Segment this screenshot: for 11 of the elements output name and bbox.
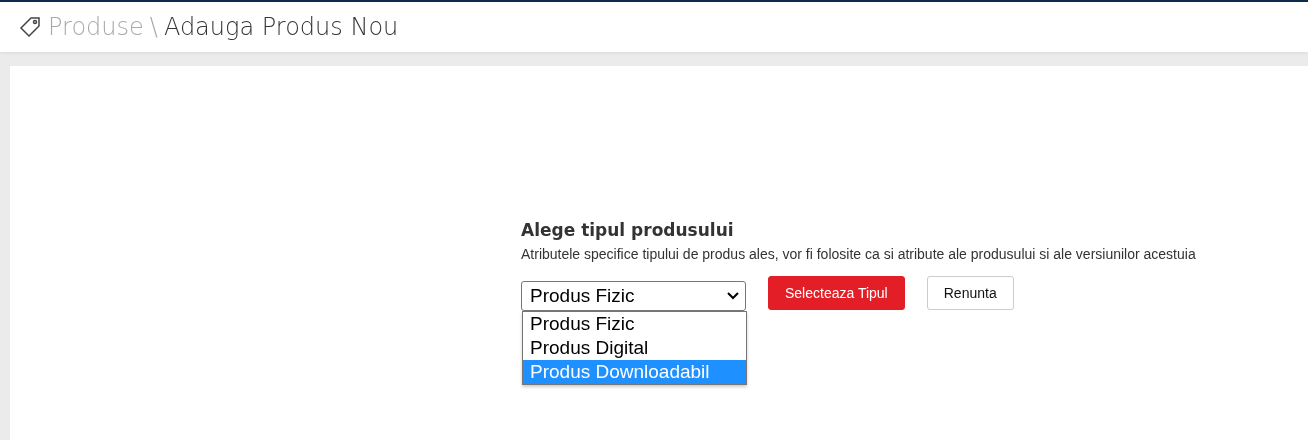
select-type-button[interactable]: Selecteaza Tipul bbox=[768, 276, 905, 310]
product-type-select[interactable]: Produs Fizic bbox=[521, 281, 746, 311]
tag-icon bbox=[18, 15, 42, 39]
breadcrumb-separator: \ bbox=[149, 13, 158, 41]
page-title: Adauga Produs Nou bbox=[163, 13, 399, 41]
chevron-icon bbox=[727, 292, 739, 300]
section-description: Atributele specifice tipului de produs ales, vor fi folosite ca si atribute ale produsului si ale versiunilor acestuia bbox=[521, 246, 1197, 262]
dropdown-option[interactable]: Produs Fizic bbox=[523, 312, 746, 336]
section-title: Alege tipul produsului bbox=[521, 220, 735, 240]
cancel-button[interactable]: Renunta bbox=[926, 276, 1014, 310]
dropdown-option[interactable]: Produs Digital bbox=[523, 336, 746, 360]
